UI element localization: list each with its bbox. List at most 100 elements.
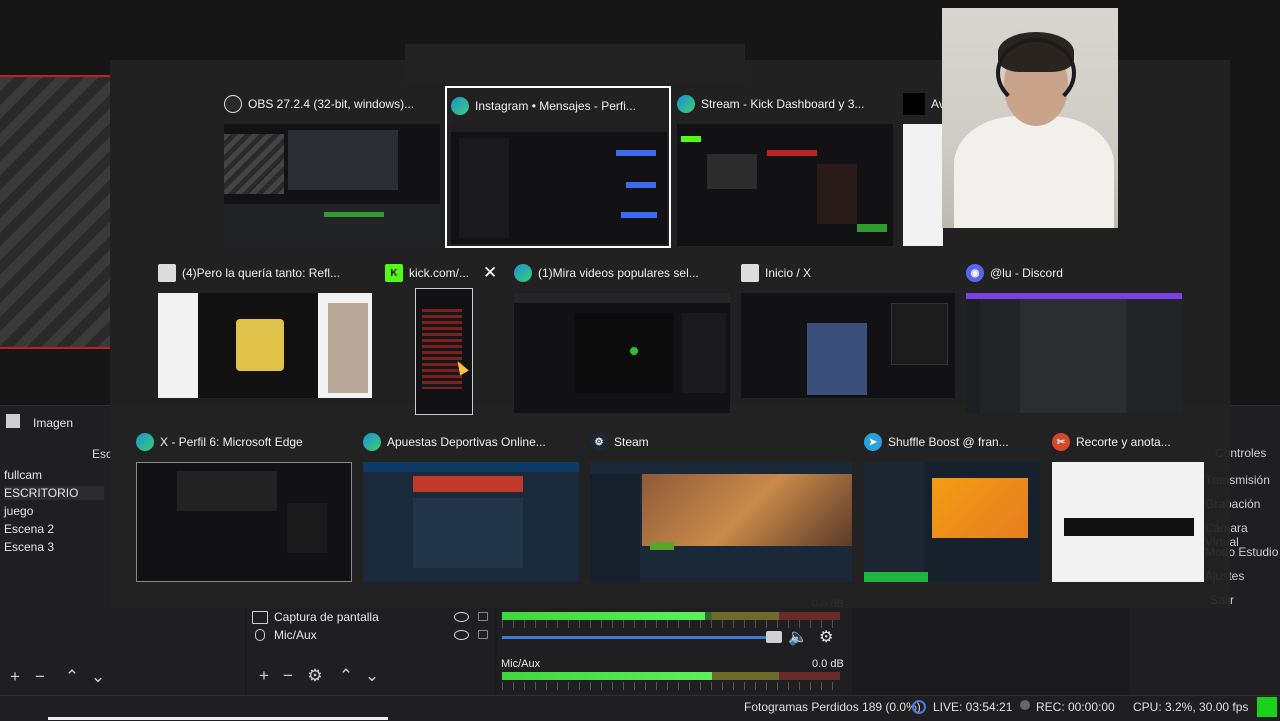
mixer-gear-icon[interactable]: ⚙: [819, 627, 833, 647]
window-title: Stream - Kick Dashboard y 3...: [701, 97, 865, 111]
edge-icon: [451, 97, 469, 115]
mixer-channel-label: Mic/Aux: [501, 658, 541, 670]
close-window-button[interactable]: ✕: [483, 263, 497, 283]
image-icon: [6, 414, 20, 428]
audio-meter: [502, 612, 840, 620]
edge-icon: [677, 95, 695, 113]
visibility-eye-icon[interactable]: [454, 630, 469, 640]
window-thumbnail: [514, 293, 730, 413]
window-title: kick.com/...: [409, 266, 470, 280]
scene-item[interactable]: juego: [4, 504, 33, 518]
switcher-window-snipping[interactable]: ✂ Recorte y anota...: [1052, 432, 1204, 582]
window-title-bar: OBS 27.2.4 (32-bit, windows)...: [224, 94, 414, 114]
add-source-button[interactable]: +: [254, 667, 274, 685]
switcher-window-obs[interactable]: OBS 27.2.4 (32-bit, windows)...: [224, 94, 440, 246]
window-title-bar: ◉ @lu - Discord: [966, 263, 1063, 283]
window-thumbnail: [741, 293, 955, 398]
kick-icon: K: [385, 264, 403, 282]
edge-icon: [136, 433, 154, 451]
source-label: Mic/Aux: [274, 628, 317, 642]
switcher-window-telegram[interactable]: ➤ Shuffle Boost @ fran...: [864, 432, 1040, 582]
volume-slider-handle[interactable]: [766, 631, 782, 643]
window-title-bar: Apuestas Deportivas Online...: [363, 432, 546, 452]
window-title: Inicio / X: [765, 266, 812, 280]
scene-item[interactable]: fullcam: [4, 468, 42, 482]
snipping-tool-icon: ✂: [1052, 433, 1070, 451]
window-thumbnail: [451, 122, 667, 244]
window-title-bar: Av: [903, 93, 945, 115]
connection-status-indicator: [1257, 697, 1277, 717]
window-title-bar: (1)Mira videos populares sel...: [514, 263, 699, 283]
source-item[interactable]: Mic/Aux: [252, 626, 317, 644]
switcher-window-steam[interactable]: ⚙ Steam: [590, 432, 852, 582]
scene-item[interactable]: Escena 3: [4, 540, 54, 554]
move-scene-down-button[interactable]: ⌄: [88, 668, 108, 686]
window-title-bar: K kick.com/... ✕: [385, 263, 497, 283]
edge-icon: [514, 264, 532, 282]
window-title: Steam: [614, 435, 649, 449]
black-square-icon: [903, 93, 925, 115]
record-dot-icon: [1020, 700, 1030, 710]
window-thumbnail: [677, 124, 893, 246]
move-source-down-button[interactable]: ⌄: [362, 667, 382, 685]
image-source-label: Imagen: [33, 416, 74, 430]
source-settings-gear-icon[interactable]: ⚙: [305, 667, 325, 685]
add-scene-button[interactable]: +: [5, 668, 25, 686]
volume-slider-track[interactable]: [502, 636, 782, 639]
app-window-icon: [741, 264, 759, 282]
switcher-window-reel[interactable]: (4)Pero la quería tanto: Refl...: [158, 263, 372, 398]
switcher-window-x-edge[interactable]: X - Perfil 6: Microsoft Edge: [136, 432, 352, 582]
speaker-icon[interactable]: 🔈: [788, 627, 808, 647]
remove-scene-button[interactable]: −: [30, 668, 50, 686]
window-title: (1)Mira videos populares sel...: [538, 266, 699, 280]
window-thumbnail: [136, 462, 352, 582]
switcher-window-x[interactable]: Inicio / X: [741, 263, 955, 398]
window-title-bar: ➤ Shuffle Boost @ fran...: [864, 432, 1009, 452]
source-label: Captura de pantalla: [274, 610, 379, 624]
window-title: Instagram • Mensajes - Perfi...: [475, 99, 636, 113]
window-thumbnail: [864, 462, 1040, 582]
window-title-bar: ⚙ Steam: [590, 432, 649, 452]
switcher-window-kick-popup[interactable]: K kick.com/... ✕: [385, 263, 505, 415]
window-title-bar: Instagram • Mensajes - Perfi...: [451, 96, 636, 116]
window-title: (4)Pero la quería tanto: Refl...: [182, 266, 341, 280]
rec-timer: REC: 00:00:00: [1036, 700, 1115, 714]
app-window-icon: [158, 264, 176, 282]
switcher-window-kick[interactable]: Stream - Kick Dashboard y 3...: [677, 94, 893, 246]
switcher-window-instagram[interactable]: Instagram • Mensajes - Perfi...: [445, 86, 671, 248]
edge-icon: [363, 433, 381, 451]
switcher-window-youtube[interactable]: (1)Mira videos populares sel...: [514, 263, 730, 413]
discord-icon: ◉: [966, 264, 984, 282]
window-thumbnail: [1052, 462, 1204, 582]
visibility-eye-icon[interactable]: [454, 612, 469, 622]
preview-hatch-pattern: [0, 75, 110, 349]
scenes-panel-label: Esc: [92, 447, 113, 461]
window-title: Apuestas Deportivas Online...: [387, 435, 546, 449]
scene-item-active[interactable]: ESCRITORIO: [4, 486, 104, 500]
window-title-bar: (4)Pero la quería tanto: Refl...: [158, 263, 340, 283]
live-timer: LIVE: 03:54:21: [933, 700, 1013, 714]
switcher-window-apuestas[interactable]: Apuestas Deportivas Online...: [363, 432, 579, 582]
window-thumbnail: [415, 288, 473, 415]
switcher-window-discord[interactable]: ◉ @lu - Discord: [966, 263, 1182, 413]
window-title-bar: ✂ Recorte y anota...: [1052, 432, 1171, 452]
window-thumbnail: [903, 124, 943, 246]
steam-icon: ⚙: [590, 433, 608, 451]
lock-icon[interactable]: [478, 630, 488, 639]
remove-source-button[interactable]: −: [278, 667, 298, 685]
scene-item[interactable]: Escena 2: [4, 522, 54, 536]
move-scene-up-button[interactable]: ⌃: [62, 668, 82, 686]
source-item[interactable]: Captura de pantalla: [252, 608, 379, 626]
monitor-icon: [252, 610, 268, 624]
lock-icon[interactable]: [478, 612, 488, 621]
switcher-window-partial[interactable]: Av: [903, 93, 945, 246]
move-source-up-button[interactable]: ⌃: [336, 667, 356, 685]
window-title: Recorte y anota...: [1076, 435, 1171, 449]
dropped-frames-text: Fotogramas Perdidos 189 (0.0%): [744, 700, 921, 714]
window-title-bar: X - Perfil 6: Microsoft Edge: [136, 432, 303, 452]
window-title-bar: Stream - Kick Dashboard y 3...: [677, 94, 864, 114]
webcam-overlay: [942, 8, 1118, 228]
live-broadcast-icon: [912, 700, 926, 714]
mic-audio-meter: [502, 672, 840, 680]
window-thumbnail: [363, 462, 579, 582]
